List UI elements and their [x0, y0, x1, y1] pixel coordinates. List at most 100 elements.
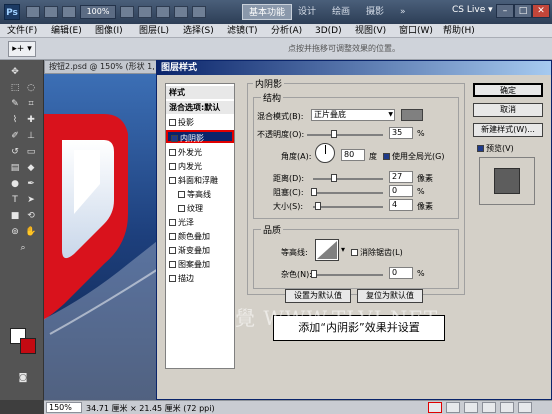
- menu-3d[interactable]: 3D(D): [312, 24, 345, 38]
- path-select-tool-icon[interactable]: ➤: [24, 194, 38, 207]
- history-brush-tool-icon[interactable]: ↺: [8, 146, 22, 159]
- style-list-header[interactable]: 样式: [166, 86, 234, 99]
- style-item-inner-shadow[interactable]: 内阴影: [166, 130, 234, 143]
- menu-edit[interactable]: 编辑(E): [48, 24, 85, 38]
- arrange-documents-icon[interactable]: [174, 6, 188, 18]
- marquee-tool-icon[interactable]: ⬚: [8, 82, 22, 95]
- menu-layer[interactable]: 图层(L): [136, 24, 172, 38]
- global-light-option[interactable]: 使用全局光(G): [383, 151, 444, 162]
- opacity-slider-thumb[interactable]: [330, 130, 337, 138]
- color-overlay-checkbox[interactable]: [169, 233, 176, 240]
- noise-slider[interactable]: [313, 274, 383, 276]
- move-tool-icon[interactable]: ✥: [8, 66, 22, 79]
- style-item-satin[interactable]: 光泽: [166, 216, 234, 229]
- size-slider[interactable]: [313, 206, 383, 208]
- inner-glow-checkbox[interactable]: [169, 163, 176, 170]
- adjustment-layer-button[interactable]: [464, 402, 478, 413]
- clone-stamp-tool-icon[interactable]: ⊥: [24, 130, 38, 143]
- texture-checkbox[interactable]: [178, 205, 185, 212]
- style-item-drop-shadow[interactable]: 投影: [166, 116, 234, 129]
- 3d-orbit-tool-icon[interactable]: ⊚: [8, 226, 22, 239]
- document-size-info[interactable]: 34.71 厘米 × 21.45 厘米 (72 ppi): [86, 403, 215, 414]
- outer-glow-checkbox[interactable]: [169, 149, 176, 156]
- noise-input[interactable]: 0: [389, 267, 413, 279]
- style-item-inner-glow[interactable]: 内发光: [166, 160, 234, 173]
- antialias-checkbox[interactable]: [351, 249, 358, 256]
- menu-help[interactable]: 帮助(H): [440, 24, 478, 38]
- choke-slider-thumb[interactable]: [311, 188, 317, 196]
- gradient-overlay-checkbox[interactable]: [169, 247, 176, 254]
- choke-slider[interactable]: [313, 192, 383, 194]
- zoom-tool-icon-toolbox[interactable]: ⌕: [16, 242, 30, 255]
- crop-tool-icon[interactable]: ⌗: [24, 98, 38, 111]
- stroke-checkbox[interactable]: [169, 275, 176, 282]
- global-light-checkbox[interactable]: [383, 153, 390, 160]
- size-input[interactable]: 4: [389, 199, 413, 211]
- gradient-tool-icon[interactable]: ▤: [8, 162, 22, 175]
- minimize-button[interactable]: –: [496, 4, 514, 18]
- cancel-button[interactable]: 取消: [473, 103, 543, 117]
- type-tool-icon[interactable]: T: [8, 194, 22, 207]
- quick-mask-icon[interactable]: ◙: [16, 372, 30, 385]
- tool-preset-picker[interactable]: ▸+ ▾: [8, 41, 36, 57]
- layer-mask-button[interactable]: [446, 402, 460, 413]
- choke-input[interactable]: 0: [389, 185, 413, 197]
- drop-shadow-checkbox[interactable]: [169, 119, 176, 126]
- status-zoom-field[interactable]: 150%: [46, 402, 82, 413]
- preview-option[interactable]: 预览(V): [477, 143, 514, 154]
- mini-bridge-icon[interactable]: [44, 6, 58, 18]
- contour-dropdown-icon[interactable]: ▾: [341, 245, 345, 254]
- extras-icon[interactable]: [62, 6, 76, 18]
- healing-tool-icon[interactable]: ✚: [24, 114, 38, 127]
- style-blending-options[interactable]: 混合选项:默认: [166, 101, 234, 114]
- workspace-photography-button[interactable]: 摄影: [360, 4, 390, 20]
- document-canvas[interactable]: [44, 74, 166, 400]
- menu-analysis[interactable]: 分析(A): [268, 24, 305, 38]
- new-style-button[interactable]: 新建样式(W)...: [473, 123, 543, 137]
- opacity-input[interactable]: 35: [389, 127, 413, 139]
- lasso-tool-icon[interactable]: ◌: [24, 82, 38, 95]
- distance-slider[interactable]: [313, 178, 383, 180]
- zoom-tool-icon[interactable]: [138, 6, 152, 18]
- background-color-swatch[interactable]: [20, 338, 36, 354]
- hand-tool-icon[interactable]: [120, 6, 134, 18]
- blur-tool-icon[interactable]: ◆: [24, 162, 38, 175]
- close-button[interactable]: ✕: [532, 4, 550, 18]
- menu-image[interactable]: 图像(I): [92, 24, 126, 38]
- quick-select-tool-icon[interactable]: ✎: [8, 98, 22, 111]
- style-item-color-overlay[interactable]: 颜色叠加: [166, 230, 234, 243]
- delete-layer-button[interactable]: [518, 402, 532, 413]
- inner-shadow-checkbox[interactable]: [171, 135, 178, 142]
- angle-dial[interactable]: [315, 143, 335, 163]
- bridge-icon[interactable]: [26, 6, 40, 18]
- new-layer-button[interactable]: [500, 402, 514, 413]
- style-item-gradient-overlay[interactable]: 渐变叠加: [166, 244, 234, 257]
- hand-tool-icon-toolbox[interactable]: ✋: [24, 226, 38, 239]
- noise-slider-thumb[interactable]: [311, 270, 317, 278]
- screen-mode-icon[interactable]: [192, 6, 206, 18]
- antialias-option[interactable]: 消除锯齿(L): [351, 247, 403, 258]
- rotate-view-icon[interactable]: [156, 6, 170, 18]
- menu-view[interactable]: 视图(V): [352, 24, 389, 38]
- menu-window[interactable]: 窗口(W): [396, 24, 436, 38]
- style-item-texture[interactable]: 纹理: [166, 202, 234, 215]
- preview-checkbox[interactable]: [477, 145, 484, 152]
- shadow-color-swatch[interactable]: [401, 109, 423, 121]
- new-group-button[interactable]: [482, 402, 496, 413]
- style-item-outer-glow[interactable]: 外发光: [166, 146, 234, 159]
- 3d-rotate-tool-icon[interactable]: ⟲: [24, 210, 38, 223]
- contour-picker[interactable]: [315, 239, 339, 261]
- satin-checkbox[interactable]: [169, 219, 176, 226]
- layer-fx-button[interactable]: [428, 402, 442, 413]
- style-item-pattern-overlay[interactable]: 图案叠加: [166, 258, 234, 271]
- set-default-button[interactable]: 设置为默认值: [285, 289, 351, 303]
- distance-input[interactable]: 27: [389, 171, 413, 183]
- distance-slider-thumb[interactable]: [331, 174, 337, 182]
- menu-filter[interactable]: 滤镜(T): [224, 24, 261, 38]
- style-item-stroke[interactable]: 描边: [166, 272, 234, 285]
- zoom-level-dropdown[interactable]: 100%: [80, 5, 116, 19]
- menu-select[interactable]: 选择(S): [180, 24, 217, 38]
- maximize-button[interactable]: □: [514, 4, 532, 18]
- size-slider-thumb[interactable]: [315, 202, 321, 210]
- brush-tool-icon[interactable]: ✐: [8, 130, 22, 143]
